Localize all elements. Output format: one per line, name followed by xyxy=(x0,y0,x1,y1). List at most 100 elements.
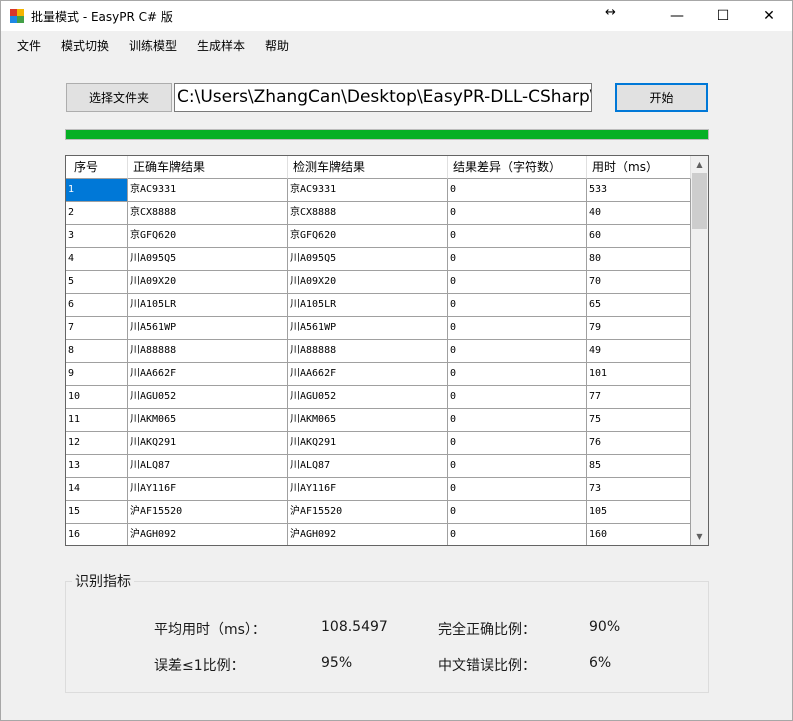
menu-file[interactable]: 文件 xyxy=(17,37,41,54)
cell-char-diff[interactable]: 0 xyxy=(448,455,587,478)
cell-detected-plate[interactable]: 川ALQ87 xyxy=(288,455,448,478)
table-row[interactable]: 7 川A561WP 川A561WP 0 79 xyxy=(66,317,691,340)
vertical-scrollbar[interactable]: ▲ ▼ xyxy=(691,156,708,545)
cell-char-diff[interactable]: 0 xyxy=(448,524,587,545)
cell-time-ms[interactable]: 73 xyxy=(587,478,691,501)
cell-time-ms[interactable]: 79 xyxy=(587,317,691,340)
cell-index[interactable]: 9 xyxy=(66,363,128,386)
cell-time-ms[interactable]: 70 xyxy=(587,271,691,294)
column-header-index[interactable]: 序号 xyxy=(66,156,128,179)
cell-index[interactable]: 4 xyxy=(66,248,128,271)
cell-index[interactable]: 10 xyxy=(66,386,128,409)
select-folder-button[interactable]: 选择文件夹 xyxy=(66,83,172,112)
table-row[interactable]: 8 川A88888 川A88888 0 49 xyxy=(66,340,691,363)
cell-detected-plate[interactable]: 京CX8888 xyxy=(288,202,448,225)
start-button[interactable]: 开始 xyxy=(615,83,708,112)
cell-expected-plate[interactable]: 川AKQ291 xyxy=(128,432,288,455)
results-table[interactable]: 序号 正确车牌结果 检测车牌结果 结果差异（字符数） 用时（ms） 1 京AC93… xyxy=(65,155,709,546)
cell-expected-plate[interactable]: 川A561WP xyxy=(128,317,288,340)
chevron-up-icon[interactable]: ▲ xyxy=(691,156,708,173)
cell-detected-plate[interactable]: 川A095Q5 xyxy=(288,248,448,271)
table-row[interactable]: 1 京AC9331 京AC9331 0 533 xyxy=(66,179,691,202)
cell-expected-plate[interactable]: 川AY116F xyxy=(128,478,288,501)
table-row[interactable]: 4 川A095Q5 川A095Q5 0 80 xyxy=(66,248,691,271)
cell-char-diff[interactable]: 0 xyxy=(448,202,587,225)
table-row[interactable]: 9 川AA662F 川AA662F 0 101 xyxy=(66,363,691,386)
cell-index[interactable]: 7 xyxy=(66,317,128,340)
cell-expected-plate[interactable]: 川A095Q5 xyxy=(128,248,288,271)
cell-index[interactable]: 8 xyxy=(66,340,128,363)
table-row[interactable]: 15 沪AF15520 沪AF15520 0 105 xyxy=(66,501,691,524)
table-row[interactable]: 5 川A09X20 川A09X20 0 70 xyxy=(66,271,691,294)
cell-index[interactable]: 11 xyxy=(66,409,128,432)
scrollbar-thumb[interactable] xyxy=(692,173,707,229)
cell-char-diff[interactable]: 0 xyxy=(448,340,587,363)
cell-expected-plate[interactable]: 川A105LR xyxy=(128,294,288,317)
table-row[interactable]: 3 京GFQ620 京GFQ620 0 60 xyxy=(66,225,691,248)
cell-index[interactable]: 1 xyxy=(66,179,128,202)
cell-detected-plate[interactable]: 川A561WP xyxy=(288,317,448,340)
cell-time-ms[interactable]: 60 xyxy=(587,225,691,248)
cell-time-ms[interactable]: 533 xyxy=(587,179,691,202)
close-button[interactable]: ✕ xyxy=(746,1,792,31)
cell-time-ms[interactable]: 65 xyxy=(587,294,691,317)
title-bar[interactable]: 批量模式 - EasyPR C# 版 ↔ — ☐ ✕ xyxy=(1,1,792,31)
table-row[interactable]: 16 沪AGH092 沪AGH092 0 160 xyxy=(66,524,691,545)
cell-time-ms[interactable]: 77 xyxy=(587,386,691,409)
cell-expected-plate[interactable]: 川AKM065 xyxy=(128,409,288,432)
cell-expected-plate[interactable]: 沪AF15520 xyxy=(128,501,288,524)
cell-time-ms[interactable]: 40 xyxy=(587,202,691,225)
cell-index[interactable]: 2 xyxy=(66,202,128,225)
table-row[interactable]: 13 川ALQ87 川ALQ87 0 85 xyxy=(66,455,691,478)
cell-time-ms[interactable]: 49 xyxy=(587,340,691,363)
table-row[interactable]: 12 川AKQ291 川AKQ291 0 76 xyxy=(66,432,691,455)
cell-detected-plate[interactable]: 京AC9331 xyxy=(288,179,448,202)
chevron-down-icon[interactable]: ▼ xyxy=(691,528,708,545)
cell-expected-plate[interactable]: 川AGU052 xyxy=(128,386,288,409)
cell-char-diff[interactable]: 0 xyxy=(448,248,587,271)
table-row[interactable]: 11 川AKM065 川AKM065 0 75 xyxy=(66,409,691,432)
cell-char-diff[interactable]: 0 xyxy=(448,478,587,501)
cell-index[interactable]: 6 xyxy=(66,294,128,317)
folder-path-input[interactable]: C:\Users\ZhangCan\Desktop\EasyPR-DLL-CSh… xyxy=(174,83,592,112)
cell-char-diff[interactable]: 0 xyxy=(448,409,587,432)
table-row[interactable]: 14 川AY116F 川AY116F 0 73 xyxy=(66,478,691,501)
cell-expected-plate[interactable]: 川ALQ87 xyxy=(128,455,288,478)
cell-expected-plate[interactable]: 京GFQ620 xyxy=(128,225,288,248)
cell-detected-plate[interactable]: 沪AF15520 xyxy=(288,501,448,524)
cell-time-ms[interactable]: 101 xyxy=(587,363,691,386)
cell-char-diff[interactable]: 0 xyxy=(448,294,587,317)
cell-index[interactable]: 16 xyxy=(66,524,128,545)
maximize-button[interactable]: ☐ xyxy=(700,1,746,31)
cell-detected-plate[interactable]: 川A09X20 xyxy=(288,271,448,294)
cell-expected-plate[interactable]: 川A88888 xyxy=(128,340,288,363)
cell-time-ms[interactable]: 85 xyxy=(587,455,691,478)
cell-index[interactable]: 13 xyxy=(66,455,128,478)
menu-generate-samples[interactable]: 生成样本 xyxy=(197,37,245,54)
cell-expected-plate[interactable]: 京AC9331 xyxy=(128,179,288,202)
column-header-detected[interactable]: 检测车牌结果 xyxy=(288,156,448,179)
cell-expected-plate[interactable]: 京CX8888 xyxy=(128,202,288,225)
cell-time-ms[interactable]: 160 xyxy=(587,524,691,545)
table-row[interactable]: 2 京CX8888 京CX8888 0 40 xyxy=(66,202,691,225)
column-header-expected[interactable]: 正确车牌结果 xyxy=(128,156,288,179)
minimize-button[interactable]: — xyxy=(654,1,700,31)
cell-char-diff[interactable]: 0 xyxy=(448,363,587,386)
table-row[interactable]: 10 川AGU052 川AGU052 0 77 xyxy=(66,386,691,409)
cell-time-ms[interactable]: 76 xyxy=(587,432,691,455)
cell-index[interactable]: 12 xyxy=(66,432,128,455)
cell-char-diff[interactable]: 0 xyxy=(448,179,587,202)
cell-time-ms[interactable]: 75 xyxy=(587,409,691,432)
cell-expected-plate[interactable]: 川AA662F xyxy=(128,363,288,386)
cell-char-diff[interactable]: 0 xyxy=(448,317,587,340)
cell-detected-plate[interactable]: 川A88888 xyxy=(288,340,448,363)
cell-detected-plate[interactable]: 川AY116F xyxy=(288,478,448,501)
cell-detected-plate[interactable]: 川AKQ291 xyxy=(288,432,448,455)
cell-detected-plate[interactable]: 川AA662F xyxy=(288,363,448,386)
column-header-time[interactable]: 用时（ms） xyxy=(587,156,691,179)
menu-train-model[interactable]: 训练模型 xyxy=(129,37,177,54)
table-row[interactable]: 6 川A105LR 川A105LR 0 65 xyxy=(66,294,691,317)
cell-index[interactable]: 5 xyxy=(66,271,128,294)
column-header-diff[interactable]: 结果差异（字符数） xyxy=(448,156,587,179)
cell-index[interactable]: 15 xyxy=(66,501,128,524)
